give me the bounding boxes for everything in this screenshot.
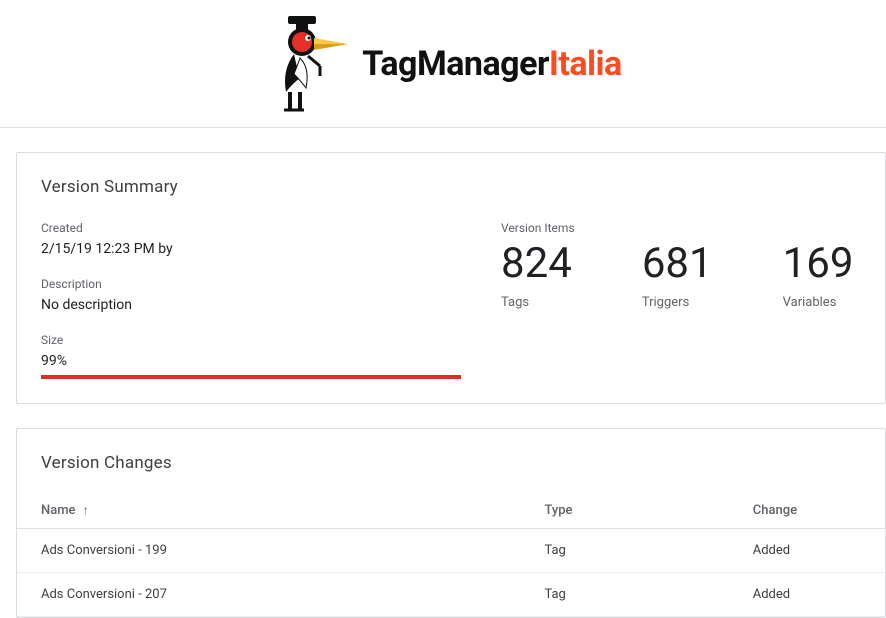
column-header-name[interactable]: Name ↑ — [17, 493, 520, 529]
size-progress-bar — [41, 375, 461, 379]
created-label: Created — [41, 221, 461, 235]
column-header-change[interactable]: Change — [729, 493, 885, 529]
brand-text-black: TagManager — [362, 44, 549, 84]
brand-text-orange: Italia — [549, 44, 622, 84]
header: TagManagerItalia — [0, 0, 886, 128]
size-value: 99% — [41, 353, 461, 369]
table-row[interactable]: Ads Conversioni - 199TagAdded — [17, 529, 885, 573]
column-header-name-label: Name — [41, 503, 76, 518]
row-change: Added — [729, 529, 885, 573]
version-changes-title: Version Changes — [17, 429, 885, 493]
column-header-type[interactable]: Type — [520, 493, 728, 529]
variables-caption: Variables — [783, 295, 854, 310]
triggers-stat: 681 Triggers — [642, 241, 713, 310]
created-value: 2/15/19 12:23 PM by — [41, 241, 461, 257]
variables-count: 169 — [783, 241, 854, 287]
sort-ascending-icon: ↑ — [83, 503, 89, 517]
size-label: Size — [41, 333, 461, 347]
variables-stat: 169 Variables — [783, 241, 854, 310]
tags-count: 824 — [501, 241, 572, 287]
description-label: Description — [41, 277, 461, 291]
triggers-count: 681 — [642, 241, 713, 287]
triggers-caption: Triggers — [642, 295, 713, 310]
version-items-label: Version Items — [501, 221, 861, 235]
version-changes-card: Version Changes Name ↑ Type Change Ads C… — [16, 428, 886, 618]
row-change: Added — [729, 573, 885, 617]
row-type: Tag — [520, 573, 728, 617]
row-name: Ads Conversioni - 199 — [17, 529, 520, 573]
table-row[interactable]: Ads Conversioni - 207TagAdded — [17, 573, 885, 617]
brand-text: TagManagerItalia — [362, 44, 622, 84]
changes-table: Name ↑ Type Change Ads Conversioni - 199… — [17, 493, 885, 617]
tags-caption: Tags — [501, 295, 572, 310]
row-type: Tag — [520, 529, 728, 573]
brand-logo: TagManagerItalia — [264, 14, 622, 114]
row-name: Ads Conversioni - 207 — [17, 573, 520, 617]
description-value: No description — [41, 297, 461, 313]
version-summary-card: Version Summary Created 2/15/19 12:23 PM… — [16, 152, 886, 404]
version-summary-title: Version Summary — [41, 177, 861, 197]
woodpecker-icon — [264, 14, 354, 114]
tags-stat: 824 Tags — [501, 241, 572, 310]
